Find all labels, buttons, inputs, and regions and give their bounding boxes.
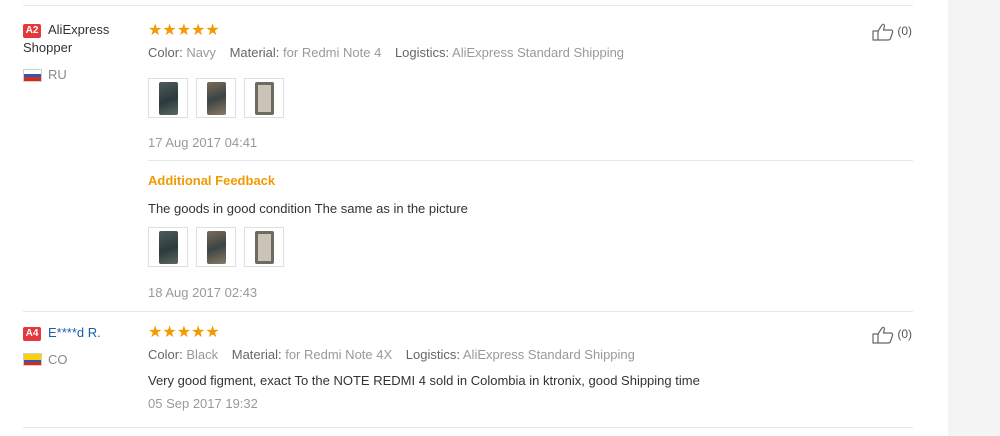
helpful-button[interactable]: (0) (872, 23, 912, 41)
additional-feedback-title: Additional Feedback (148, 173, 276, 188)
star-rating: ★★★★★ (148, 22, 220, 39)
attr-color-value: Navy (186, 45, 216, 60)
divider (23, 427, 913, 428)
additional-feedback-date: 18 Aug 2017 02:43 (148, 285, 258, 300)
attr-material-key: Material: (231, 347, 282, 362)
review-photo-thumbnail[interactable] (244, 227, 284, 267)
attr-color-key: Color: (148, 45, 183, 60)
attr-color-value: Black (186, 347, 219, 362)
attr-material-value: for Redmi Note 4X (285, 347, 393, 362)
attr-logistics-key: Logistics: (405, 347, 460, 362)
reviewer-country: RU (48, 67, 67, 82)
review-photo-thumbnail[interactable] (148, 78, 188, 118)
review-date: 17 Aug 2017 04:41 (148, 135, 258, 150)
thumbs-up-icon (872, 326, 897, 344)
flag-ru-icon (23, 69, 42, 82)
divider (23, 5, 913, 6)
reviewer-name: AliExpress Shopper (23, 22, 110, 55)
thumbs-up-icon (872, 23, 897, 41)
star-rating: ★★★★★ (148, 324, 220, 341)
review-photo-thumbnail[interactable] (196, 227, 236, 267)
review-photo-thumbnail[interactable] (196, 78, 236, 118)
helpful-count: (0) (897, 327, 913, 342)
attr-color-key: Color: (148, 347, 183, 362)
attr-logistics-value: AliExpress Standard Shipping (462, 347, 635, 362)
attr-logistics-key: Logistics: (394, 45, 450, 60)
review-photo-thumbnail[interactable] (244, 78, 284, 118)
page-side-gutter (948, 0, 1000, 436)
order-attributes: Color: Black Material: for Redmi Note 4X… (148, 347, 635, 362)
review-date: 05 Sep 2017 19:32 (148, 396, 258, 411)
helpful-button[interactable]: (0) (872, 326, 912, 344)
review-text: Very good figment, exact To the NOTE RED… (148, 373, 700, 388)
buyer-level-badge: A4 (23, 327, 41, 341)
additional-feedback-text: The goods in good condition The same as … (148, 201, 468, 216)
reviewer-country: CO (48, 352, 68, 367)
review-photo-thumbnail[interactable] (148, 227, 188, 267)
attr-material-key: Material: (229, 45, 280, 60)
helpful-count: (0) (897, 24, 913, 39)
flag-co-icon (23, 353, 42, 366)
order-attributes: Color: Navy Material: for Redmi Note 4 L… (148, 45, 624, 60)
divider (148, 160, 913, 161)
attr-material-value: for Redmi Note 4 (283, 45, 382, 60)
reviewer-name[interactable]: E****d R. (48, 324, 101, 342)
divider (23, 311, 913, 312)
attr-logistics-value: AliExpress Standard Shipping (452, 45, 625, 60)
